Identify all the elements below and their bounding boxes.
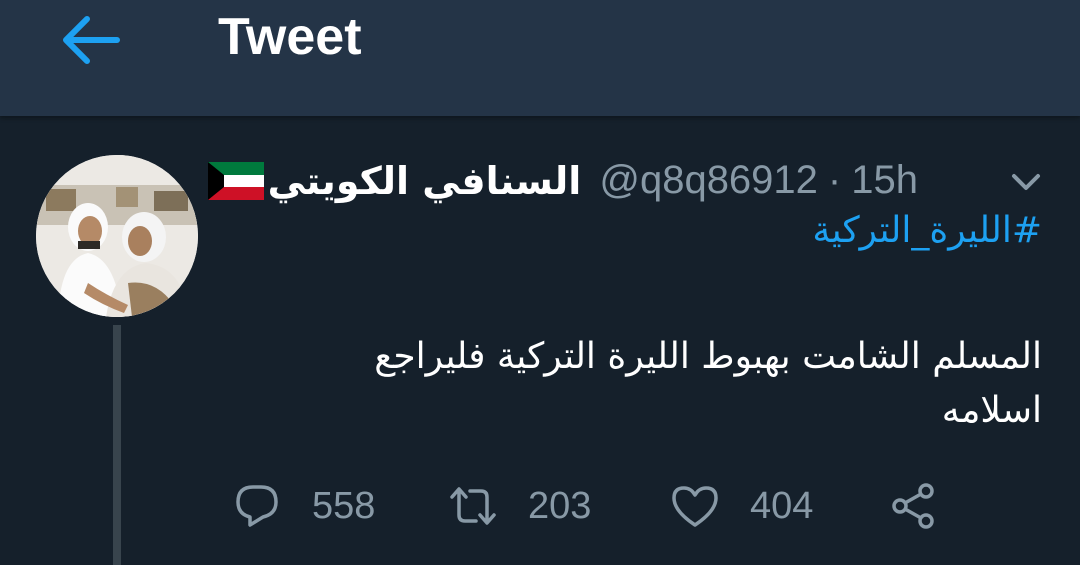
top-app-bar: Tweet	[0, 0, 1080, 116]
reply-icon	[236, 485, 278, 527]
reply-button[interactable]: 558	[232, 478, 375, 534]
display-name[interactable]: السنافي الكويتي	[268, 159, 582, 203]
tweet-text-line-2: اسلامه	[941, 390, 1042, 431]
like-icon	[672, 486, 718, 527]
page-title: Tweet	[218, 8, 362, 66]
profile-photo	[36, 155, 198, 317]
retweet-count: 203	[528, 484, 592, 527]
tweet-time: 15h	[851, 158, 918, 202]
kuwait-flag-icon	[207, 161, 264, 200]
reply-count: 558	[312, 484, 376, 527]
avatar[interactable]	[36, 155, 198, 317]
thread-line	[113, 325, 121, 565]
tweet-text-line-1: المسلم الشامت بهبوط الليرة التركية فليرا…	[374, 336, 1042, 377]
arrow-left-icon	[63, 16, 120, 64]
retweet-icon	[450, 487, 496, 525]
separator-dot: ·	[827, 158, 842, 202]
action-bar: 558 203 404	[226, 478, 956, 534]
like-button[interactable]: 404	[670, 478, 813, 534]
share-icon	[892, 483, 934, 529]
user-handle[interactable]: @q8q86912	[599, 158, 818, 203]
chevron-down-icon[interactable]	[1006, 162, 1046, 202]
tweet-text: المسلم الشامت بهبوط الليرة التركية فليرا…	[282, 330, 1042, 438]
retweet-button[interactable]: 203	[448, 478, 591, 534]
hashtag-link[interactable]: #الليرة_التركية	[812, 210, 1042, 251]
share-button[interactable]	[888, 478, 938, 534]
tweet-header: السنافي الكويتي @q8q86912 · 15h	[207, 158, 918, 203]
back-button[interactable]	[52, 10, 128, 70]
tweet-detail-screen: Tweet السنافي الكويتي @q8q86912 · 15h #ا…	[0, 0, 1080, 565]
like-count: 404	[750, 484, 814, 527]
